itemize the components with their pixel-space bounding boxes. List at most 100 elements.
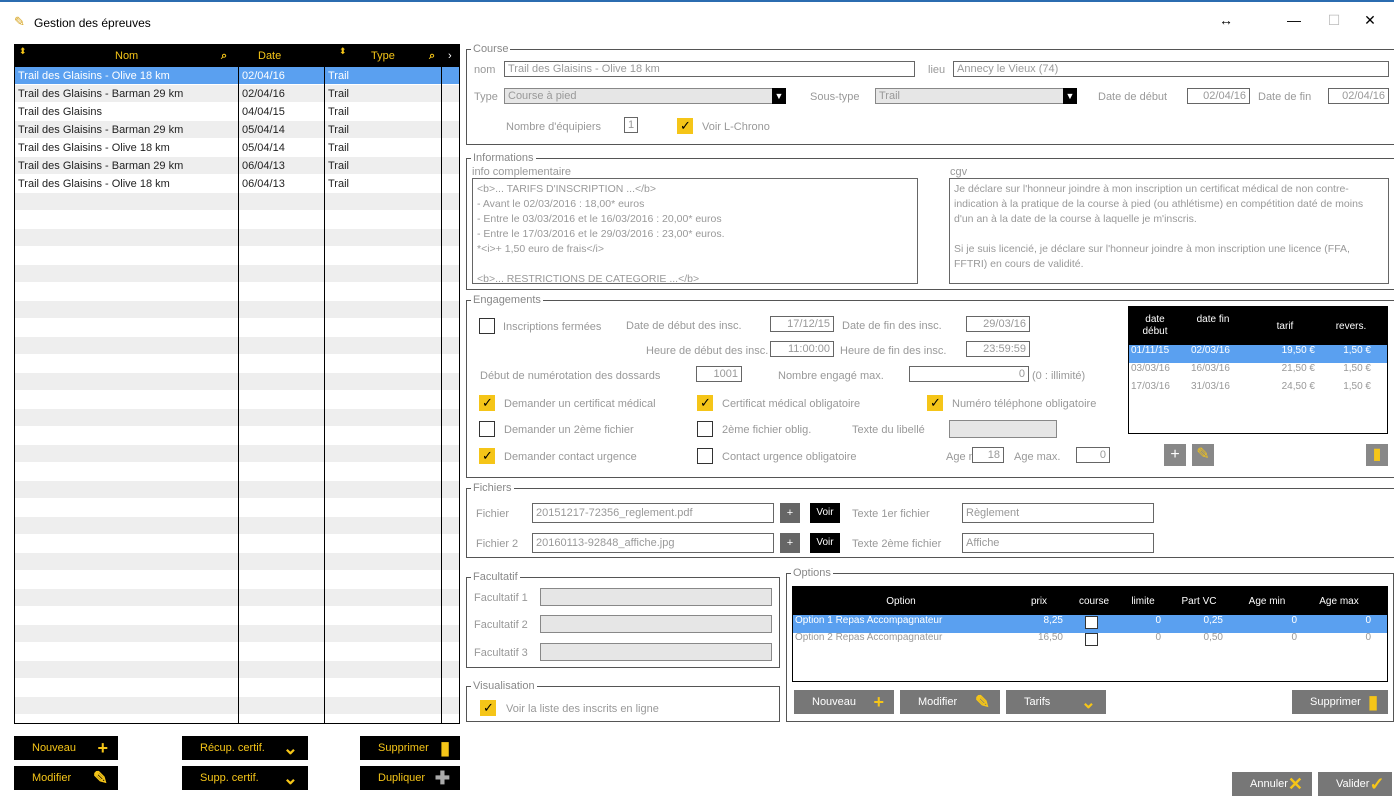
table-row[interactable]	[15, 589, 459, 607]
opt-nouveau-button[interactable]: Nouveau +	[794, 690, 894, 714]
search-icon[interactable]: ⌕	[221, 50, 227, 63]
type-select[interactable]: Course à pied	[504, 88, 786, 104]
certif-checkbox[interactable]	[479, 395, 495, 411]
hfin-input[interactable]: 23:59:59	[966, 341, 1030, 357]
opt-modifier-button[interactable]: Modifier ✎	[900, 690, 1000, 714]
opt-col-limite[interactable]: limite	[1119, 596, 1167, 607]
close-button[interactable]: ✕	[1360, 12, 1380, 29]
lieu-input[interactable]: Annecy le Vieux (74)	[953, 61, 1389, 77]
opt-col-part[interactable]: Part VC	[1167, 596, 1231, 607]
table-row[interactable]	[15, 517, 459, 535]
tarifs-col-tarif[interactable]: tarif	[1255, 321, 1315, 332]
browse1-button[interactable]: +	[780, 503, 800, 523]
table-row[interactable]: Trail des Glaisins - Barman 29 km 06/04/1…	[15, 157, 459, 175]
table-row[interactable]	[15, 337, 459, 355]
tarifs-col-fin[interactable]: date fin	[1193, 314, 1233, 326]
opt-col-prix[interactable]: prix	[1009, 596, 1069, 607]
libelle-input[interactable]	[949, 420, 1057, 438]
option-row[interactable]: Option 2 Repas Accompagnateur 16,50 0 0,50 0…	[793, 632, 1387, 650]
sort-icon[interactable]: ⬍	[339, 46, 347, 57]
col-type[interactable]: Type	[371, 50, 395, 62]
option-row[interactable]	[793, 666, 1387, 681]
table-row[interactable]: Trail des Glaisins - Olive 18 km 06/04/13…	[15, 175, 459, 193]
table-row[interactable]	[15, 229, 459, 247]
type-dropdown-icon[interactable]: ▼	[772, 88, 786, 104]
table-row[interactable]	[15, 535, 459, 553]
fin-insc-input[interactable]: 29/03/16	[966, 316, 1030, 332]
facultatif2-input[interactable]	[540, 615, 772, 633]
urgence-obl-checkbox[interactable]	[697, 448, 713, 464]
tarif-row[interactable]: 01/11/15 02/03/16 19,50 € 1,50 €	[1129, 345, 1387, 363]
fichier2-input[interactable]: 20160113-92848_affiche.jpg	[532, 533, 774, 553]
table-row[interactable]: Trail des Glaisins - Olive 18 km 02/04/16…	[15, 67, 459, 85]
chevron-right-icon[interactable]: ›	[448, 50, 452, 62]
opt-col-course[interactable]: course	[1069, 596, 1119, 607]
table-row[interactable]	[15, 625, 459, 643]
sort-icon[interactable]: ⬍	[19, 46, 27, 57]
table-row[interactable]	[15, 697, 459, 715]
tarif-row[interactable]: 17/03/16 31/03/16 24,50 € 1,50 €	[1129, 381, 1387, 399]
opt-col-agemin[interactable]: Age min	[1231, 596, 1303, 607]
soustype-select[interactable]: Trail	[875, 88, 1077, 104]
table-row[interactable]	[15, 193, 459, 211]
table-row[interactable]	[15, 607, 459, 625]
voir1-button[interactable]: Voir	[810, 503, 840, 523]
opt-supprimer-button[interactable]: Supprimer ▮	[1292, 690, 1388, 714]
table-row[interactable]: Trail des Glaisins - Barman 29 km 05/04/1…	[15, 121, 459, 139]
recup-certif-button[interactable]: Récup. certif. ⌄	[182, 736, 308, 760]
texte1-input[interactable]: Règlement	[962, 503, 1154, 523]
annuler-button[interactable]: Annuler ✕	[1232, 772, 1312, 796]
fermees-checkbox[interactable]	[479, 318, 495, 334]
fin-input[interactable]: 02/04/16	[1328, 88, 1389, 104]
tarifs-col-debut[interactable]: date début	[1135, 314, 1175, 338]
table-row[interactable]	[15, 553, 459, 571]
table-row[interactable]	[15, 391, 459, 409]
table-row[interactable]	[15, 499, 459, 517]
supprimer-button[interactable]: Supprimer ▮	[360, 736, 460, 760]
supp-certif-button[interactable]: Supp. certif. ⌄	[182, 766, 308, 790]
delete-tarif-button[interactable]: ▮	[1366, 444, 1388, 466]
table-row[interactable]	[15, 427, 459, 445]
valider-button[interactable]: Valider ✓	[1318, 772, 1392, 796]
events-list[interactable]: ⬍ Nom ⌕ Date ⬍ Type ⌕ › Trail des Glaisi…	[14, 44, 460, 724]
nouveau-button[interactable]: Nouveau +	[14, 736, 118, 760]
add-tarif-button[interactable]: +	[1164, 444, 1186, 466]
visu-checkbox[interactable]	[480, 700, 496, 716]
table-row[interactable]	[15, 283, 459, 301]
option-row[interactable]	[793, 649, 1387, 667]
table-row[interactable]	[15, 643, 459, 661]
col-date[interactable]: Date	[258, 50, 281, 62]
edit-tarif-button[interactable]: ✎	[1192, 444, 1214, 466]
table-row[interactable]: Trail des Glaisins - Olive 18 km 05/04/14…	[15, 139, 459, 157]
dossard-input[interactable]: 1001	[696, 366, 742, 382]
resize-icon[interactable]: ↔	[1216, 12, 1236, 28]
minimize-button[interactable]: —	[1284, 12, 1304, 28]
table-row[interactable]	[15, 463, 459, 481]
voir2-button[interactable]: Voir	[810, 533, 840, 553]
soustype-dropdown-icon[interactable]: ▼	[1063, 88, 1077, 104]
certif-obl-checkbox[interactable]	[697, 395, 713, 411]
opt-col-agemax[interactable]: Age max	[1303, 596, 1375, 607]
tarifs-table[interactable]: date début date fin tarif revers. 01/11/…	[1128, 306, 1388, 434]
table-row[interactable]	[15, 373, 459, 391]
browse2-button[interactable]: +	[780, 533, 800, 553]
tarifs-col-revers[interactable]: revers.	[1321, 321, 1381, 332]
info-comp-textarea[interactable]: <b>... TARIFS D'INSCRIPTION ...</b> - Ava…	[472, 178, 918, 284]
lchrono-checkbox[interactable]	[677, 118, 693, 134]
facultatif3-input[interactable]	[540, 643, 772, 661]
tarif-row[interactable]	[1129, 417, 1387, 433]
table-row[interactable]: Trail des Glaisins 04/04/15 Trail	[15, 103, 459, 121]
table-row[interactable]	[15, 355, 459, 373]
table-row[interactable]	[15, 445, 459, 463]
max-input[interactable]: 0	[909, 366, 1029, 382]
table-row[interactable]	[15, 247, 459, 265]
tarif-row[interactable]	[1129, 399, 1387, 417]
cgv-textarea[interactable]: Je déclare sur l'honneur joindre à mon i…	[949, 178, 1389, 284]
fich2-obl-checkbox[interactable]	[697, 421, 713, 437]
table-row[interactable]	[15, 265, 459, 283]
texte2-input[interactable]: Affiche	[962, 533, 1154, 553]
equipiers-input[interactable]: 1	[624, 117, 638, 133]
table-row[interactable]	[15, 571, 459, 589]
fichier1-input[interactable]: 20151217-72356_reglement.pdf	[532, 503, 774, 523]
debut-input[interactable]: 02/04/16	[1187, 88, 1250, 104]
